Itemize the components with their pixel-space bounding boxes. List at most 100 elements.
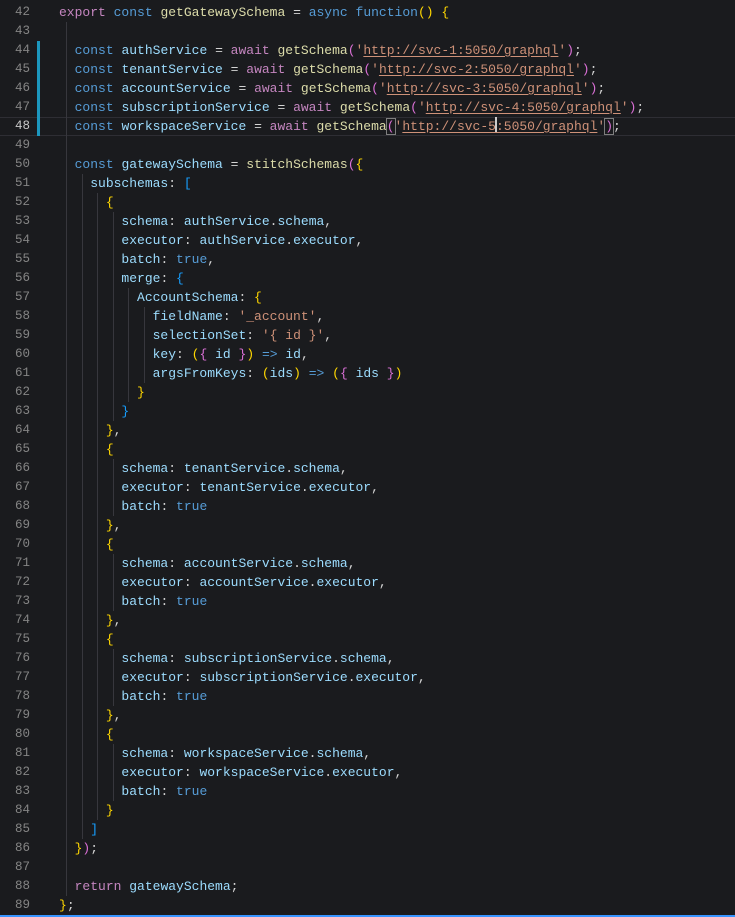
gutter[interactable]: 43 — [0, 22, 59, 41]
code-line-76[interactable]: 76 schema: subscriptionService.schema, — [0, 649, 735, 668]
gutter[interactable]: 63 — [0, 402, 59, 421]
line-number[interactable]: 43 — [0, 22, 30, 41]
gutter[interactable]: 54 — [0, 231, 59, 250]
code-line-83[interactable]: 83 batch: true — [0, 782, 735, 801]
gutter[interactable]: 49 — [0, 136, 59, 155]
line-number[interactable]: 58 — [0, 307, 30, 326]
line-number[interactable]: 77 — [0, 668, 30, 687]
line-number[interactable]: 59 — [0, 326, 30, 345]
line-number[interactable]: 83 — [0, 782, 30, 801]
code-line-51[interactable]: 51 subschemas: [ — [0, 174, 735, 193]
line-number[interactable]: 60 — [0, 345, 30, 364]
code-line-45[interactable]: 45 const tenantService = await getSchema… — [0, 60, 735, 79]
code-line-43[interactable]: 43 — [0, 22, 735, 41]
code-line-66[interactable]: 66 schema: tenantService.schema, — [0, 459, 735, 478]
code-line-71[interactable]: 71 schema: accountService.schema, — [0, 554, 735, 573]
line-number[interactable]: 73 — [0, 592, 30, 611]
code-line-74[interactable]: 74 }, — [0, 611, 735, 630]
line-number[interactable]: 45 — [0, 60, 30, 79]
line-number[interactable]: 61 — [0, 364, 30, 383]
gutter[interactable]: 68 — [0, 497, 59, 516]
code-line-88[interactable]: 88 return gatewaySchema; — [0, 877, 735, 896]
code-line-47[interactable]: 47 const subscriptionService = await get… — [0, 98, 735, 117]
code-line-82[interactable]: 82 executor: workspaceService.executor, — [0, 763, 735, 782]
code-line-85[interactable]: 85 ] — [0, 820, 735, 839]
gutter[interactable]: 55 — [0, 250, 59, 269]
code-line-49[interactable]: 49 — [0, 136, 735, 155]
code-line-78[interactable]: 78 batch: true — [0, 687, 735, 706]
gutter[interactable]: 82 — [0, 763, 59, 782]
gutter[interactable]: 73 — [0, 592, 59, 611]
gutter[interactable]: 79 — [0, 706, 59, 725]
gutter[interactable]: 57 — [0, 288, 59, 307]
line-number[interactable]: 89 — [0, 896, 30, 915]
code-area[interactable]: 42export const getGatewaySchema = async … — [0, 0, 735, 915]
gutter[interactable]: 62 — [0, 383, 59, 402]
line-number[interactable]: 67 — [0, 478, 30, 497]
line-number[interactable]: 68 — [0, 497, 30, 516]
gutter[interactable]: 77 — [0, 668, 59, 687]
code-line-80[interactable]: 80 { — [0, 725, 735, 744]
line-number[interactable]: 54 — [0, 231, 30, 250]
code-line-60[interactable]: 60 key: ({ id }) => id, — [0, 345, 735, 364]
line-number[interactable]: 51 — [0, 174, 30, 193]
line-number[interactable]: 66 — [0, 459, 30, 478]
gutter[interactable]: 64 — [0, 421, 59, 440]
line-number[interactable]: 76 — [0, 649, 30, 668]
gutter[interactable]: 48 — [0, 117, 59, 136]
code-line-77[interactable]: 77 executor: subscriptionService.executo… — [0, 668, 735, 687]
gutter[interactable]: 78 — [0, 687, 59, 706]
gutter[interactable]: 86 — [0, 839, 59, 858]
gutter[interactable]: 84 — [0, 801, 59, 820]
code-line-54[interactable]: 54 executor: authService.executor, — [0, 231, 735, 250]
line-number[interactable]: 79 — [0, 706, 30, 725]
line-number[interactable]: 69 — [0, 516, 30, 535]
code-line-81[interactable]: 81 schema: workspaceService.schema, — [0, 744, 735, 763]
code-line-75[interactable]: 75 { — [0, 630, 735, 649]
gutter[interactable]: 74 — [0, 611, 59, 630]
gutter[interactable]: 44 — [0, 41, 59, 60]
gutter[interactable]: 66 — [0, 459, 59, 478]
line-number[interactable]: 81 — [0, 744, 30, 763]
line-number[interactable]: 72 — [0, 573, 30, 592]
gutter[interactable]: 70 — [0, 535, 59, 554]
line-number[interactable]: 64 — [0, 421, 30, 440]
line-number[interactable]: 71 — [0, 554, 30, 573]
code-line-65[interactable]: 65 { — [0, 440, 735, 459]
code-line-79[interactable]: 79 }, — [0, 706, 735, 725]
line-number[interactable]: 53 — [0, 212, 30, 231]
line-number[interactable]: 46 — [0, 79, 30, 98]
code-line-50[interactable]: 50 const gatewaySchema = stitchSchemas({ — [0, 155, 735, 174]
code-line-46[interactable]: 46 const accountService = await getSchem… — [0, 79, 735, 98]
gutter[interactable]: 65 — [0, 440, 59, 459]
gutter[interactable]: 87 — [0, 858, 59, 877]
code-line-53[interactable]: 53 schema: authService.schema, — [0, 212, 735, 231]
gutter[interactable]: 59 — [0, 326, 59, 345]
code-line-42[interactable]: 42export const getGatewaySchema = async … — [0, 3, 735, 22]
code-line-57[interactable]: 57 AccountSchema: { — [0, 288, 735, 307]
gutter[interactable]: 71 — [0, 554, 59, 573]
line-number[interactable]: 85 — [0, 820, 30, 839]
line-number[interactable]: 48 — [0, 117, 30, 136]
code-line-56[interactable]: 56 merge: { — [0, 269, 735, 288]
code-line-89[interactable]: 89}; — [0, 896, 735, 915]
code-line-69[interactable]: 69 }, — [0, 516, 735, 535]
code-line-72[interactable]: 72 executor: accountService.executor, — [0, 573, 735, 592]
line-number[interactable]: 52 — [0, 193, 30, 212]
code-line-63[interactable]: 63 } — [0, 402, 735, 421]
gutter[interactable]: 80 — [0, 725, 59, 744]
line-number[interactable]: 55 — [0, 250, 30, 269]
gutter[interactable]: 58 — [0, 307, 59, 326]
line-number[interactable]: 80 — [0, 725, 30, 744]
line-number[interactable]: 75 — [0, 630, 30, 649]
code-line-73[interactable]: 73 batch: true — [0, 592, 735, 611]
code-line-84[interactable]: 84 } — [0, 801, 735, 820]
line-number[interactable]: 74 — [0, 611, 30, 630]
line-number[interactable]: 70 — [0, 535, 30, 554]
code-line-64[interactable]: 64 }, — [0, 421, 735, 440]
gutter[interactable]: 42 — [0, 3, 59, 22]
gutter[interactable]: 53 — [0, 212, 59, 231]
code-line-59[interactable]: 59 selectionSet: '{ id }', — [0, 326, 735, 345]
gutter[interactable]: 67 — [0, 478, 59, 497]
code-line-86[interactable]: 86 }); — [0, 839, 735, 858]
